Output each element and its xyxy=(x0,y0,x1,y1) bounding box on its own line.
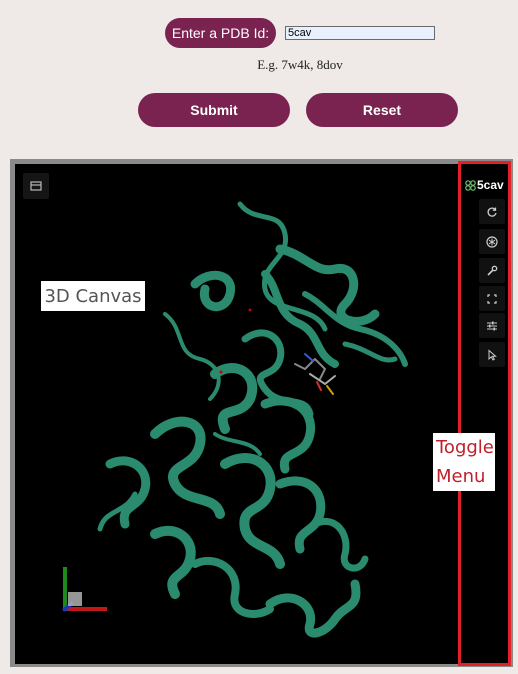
molecule-style-icon xyxy=(486,235,498,248)
menu-annotation-line1: Toggle xyxy=(436,437,494,458)
rotate-icon xyxy=(487,207,497,217)
3d-canvas[interactable] xyxy=(15,164,458,664)
menu-annotation: Toggle Menu xyxy=(433,433,495,491)
submit-button[interactable]: Submit xyxy=(138,93,290,127)
reset-button[interactable]: Reset xyxy=(306,93,458,127)
pdb-id-label: Enter a PDB Id: xyxy=(165,18,276,48)
pdb-id-input[interactable] xyxy=(285,26,435,40)
molecule-id: 5cav xyxy=(477,178,504,192)
protein-ribbon-render xyxy=(62,201,408,638)
tools-button[interactable] xyxy=(479,258,505,283)
canvas-annotation: 3D Canvas xyxy=(41,281,145,311)
settings-button[interactable] xyxy=(479,313,505,338)
panel-toggle-icon xyxy=(30,181,42,191)
pdb-form-row: Enter a PDB Id: xyxy=(0,18,518,48)
molecule-badge: 5cav xyxy=(465,177,505,193)
menu-annotation-line2: Menu xyxy=(436,466,486,487)
expand-panel-button[interactable] xyxy=(23,173,49,199)
select-cursor-icon xyxy=(488,348,497,361)
rotate-button[interactable] xyxy=(479,199,505,224)
settings-sliders-icon xyxy=(487,321,497,330)
fullscreen-icon xyxy=(487,293,497,304)
molecule-icon xyxy=(465,179,476,191)
wrench-icon xyxy=(487,265,498,276)
molecule-style-button[interactable] xyxy=(479,229,505,254)
example-hint: E.g. 7w4k, 8dov xyxy=(257,57,343,72)
select-mode-button[interactable] xyxy=(479,342,505,367)
fullscreen-button[interactable] xyxy=(479,286,505,311)
